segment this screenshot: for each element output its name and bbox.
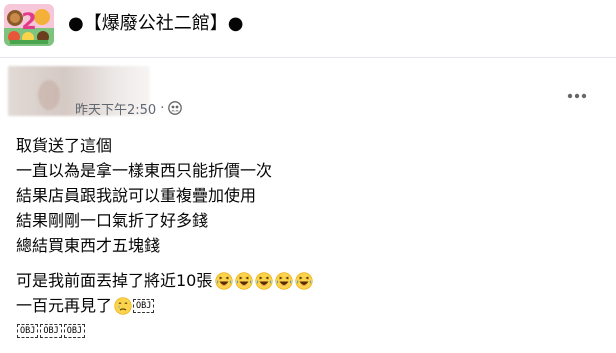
- obj-placeholder: OBJ: [63, 323, 86, 338]
- svg-text:2: 2: [21, 10, 36, 35]
- meta-separator: ·: [160, 100, 165, 116]
- laugh-cry-emoji: [255, 271, 273, 290]
- group-header: 2 ●【爆廢公社二館】●: [0, 0, 616, 48]
- header-divider: [0, 57, 616, 58]
- bear-mascot-logo-icon[interactable]: 2: [4, 4, 54, 46]
- group-members-icon: [168, 101, 183, 115]
- post-meta: 昨天下午2:50 ·: [75, 98, 183, 118]
- post-line-goodbye: 一百元再見了 OBJ: [16, 293, 606, 318]
- more-options-button[interactable]: [562, 84, 592, 108]
- laugh-cry-emoji: [295, 271, 313, 290]
- post-line-lost-text: 可是我前面丟掉了將近10張: [16, 271, 213, 290]
- post-line: 結果店員跟我說可以重複疊加使用: [16, 186, 257, 205]
- obj-placeholder: OBJ: [133, 298, 155, 313]
- laugh-cry-emoji: [215, 271, 233, 290]
- obj-placeholder: OBJ: [17, 323, 39, 338]
- post-line-goodbye-text: 一百元再見了: [16, 296, 113, 315]
- crying-emoji: [114, 296, 132, 315]
- post-line: 一直以為是拿一樣東西只能折價一次: [16, 161, 273, 180]
- laugh-cry-emoji: [275, 271, 293, 290]
- post-line-lost: 可是我前面丟掉了將近10張: [16, 268, 606, 293]
- more-dots-icon: [567, 93, 587, 99]
- obj-placeholder: OBJ: [40, 323, 62, 338]
- laugh-cry-emoji: [235, 271, 253, 290]
- post-timestamp[interactable]: 昨天下午2:50: [75, 99, 156, 118]
- blurred-face: [38, 80, 60, 110]
- post-line: 總結買東西才五塊錢: [16, 236, 161, 255]
- post-line-objs: OBJ OBJ OBJ: [16, 318, 606, 343]
- laugh-emoji-group: [213, 271, 313, 290]
- post-line: 結果剛剛一口氣折了好多錢: [16, 211, 209, 230]
- obj-placeholder-row: OBJ OBJ OBJ: [16, 323, 86, 338]
- group-title[interactable]: ●【爆廢公社二館】●: [68, 12, 243, 36]
- post-body: 取貨送了這個 一直以為是拿一樣東西只能折價一次 結果店員跟我說可以重複疊加使用 …: [16, 133, 606, 343]
- post-line: 取貨送了這個: [16, 136, 113, 155]
